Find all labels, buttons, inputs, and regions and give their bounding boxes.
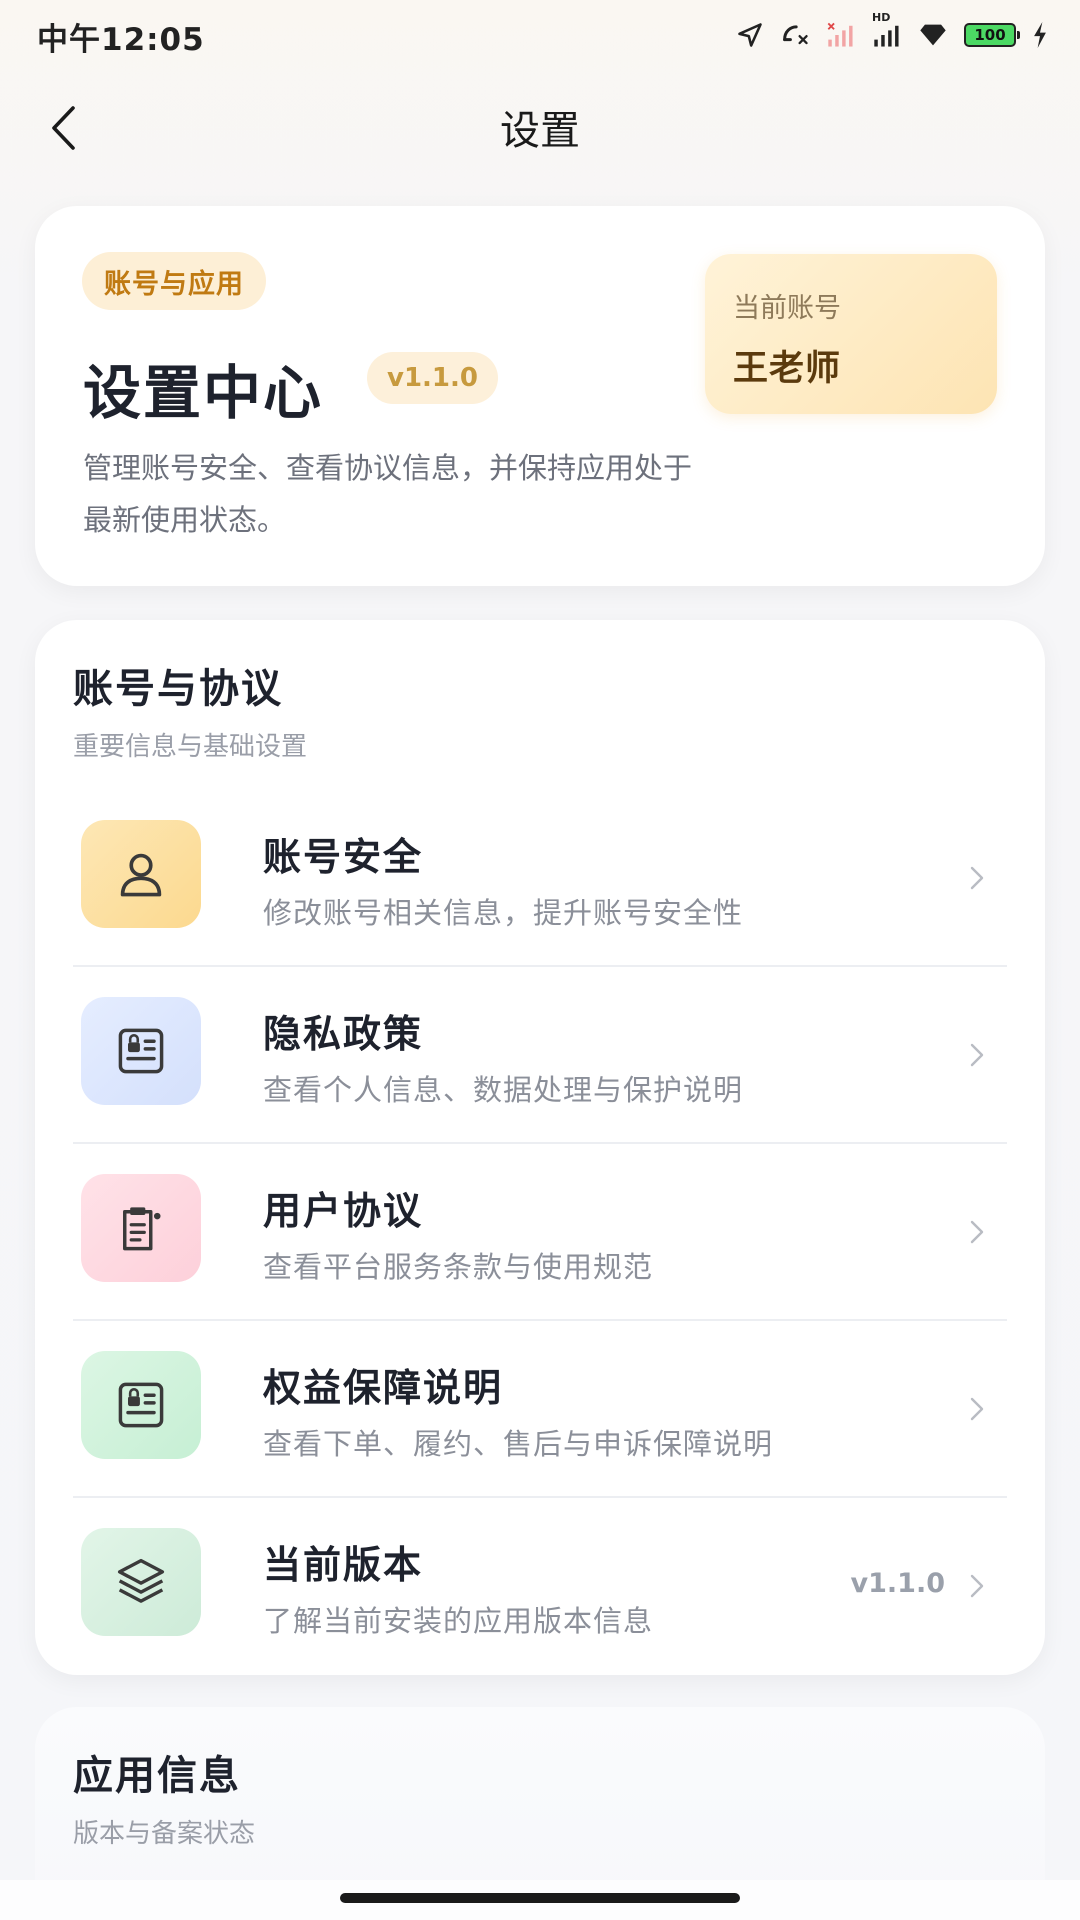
menu-item-account-security[interactable]: 账号安全 修改账号相关信息，提升账号安全性 — [73, 790, 1007, 967]
account-label: 当前账号 — [733, 293, 841, 324]
menu-item-rights-protection[interactable]: 权益保障说明 查看下单、履约、售后与申诉保障说明 — [73, 1321, 1007, 1498]
account-section: 账号与协议 重要信息与基础设置 账号安全 修改账号相关信息，提升账号安全性 隐私… — [35, 620, 1045, 1675]
account-name: 王老师 — [733, 349, 842, 389]
hero-description: 管理账号安全、查看协议信息，并保持应用处于最新使用状态。 — [83, 451, 693, 537]
signal-off-icon — [827, 22, 853, 47]
section-title: 账号与协议 — [73, 666, 283, 712]
id-card-icon — [81, 1351, 201, 1459]
section-subtitle: 版本与备案状态 — [73, 1819, 256, 1849]
layers-icon — [81, 1528, 201, 1636]
chevron-right-icon — [963, 1216, 991, 1248]
version-value: v1.1.0 — [850, 1568, 945, 1599]
document-icon — [81, 1174, 201, 1282]
chevron-right-icon — [963, 1039, 991, 1071]
status-time: 中午12:05 — [37, 22, 205, 58]
menu-item-title: 权益保障说明 — [263, 1366, 504, 1410]
menu-item-title: 当前版本 — [263, 1543, 424, 1587]
menu-item-desc: 查看个人信息、数据处理与保护说明 — [263, 1073, 744, 1107]
settings-list: 账号安全 修改账号相关信息，提升账号安全性 隐私政策 查看个人信息、数据处理与保… — [73, 790, 1007, 1675]
home-indicator[interactable] — [340, 1893, 740, 1903]
chevron-right-icon — [963, 1393, 991, 1425]
chevron-right-icon — [963, 862, 991, 894]
page-title: 设置 — [500, 108, 580, 154]
status-bar: 中午12:05 HD 100 — [0, 0, 1080, 70]
menu-item-title: 账号安全 — [263, 835, 424, 879]
menu-item-current-version[interactable]: 当前版本 了解当前安装的应用版本信息 v1.1.0 — [73, 1498, 1007, 1675]
chevron-right-icon — [963, 1570, 991, 1602]
current-account-card: 当前账号 王老师 — [705, 254, 997, 414]
hero-chip: 账号与应用 — [82, 252, 266, 310]
network-label: HD — [872, 11, 891, 24]
menu-item-desc: 查看平台服务条款与使用规范 — [263, 1250, 654, 1284]
menu-item-title: 用户协议 — [263, 1189, 424, 1233]
menu-item-privacy-policy[interactable]: 隐私政策 查看个人信息、数据处理与保护说明 — [73, 967, 1007, 1144]
battery-icon: 100 — [964, 23, 1020, 47]
menu-item-desc: 了解当前安装的应用版本信息 — [263, 1604, 654, 1638]
menu-item-desc: 查看下单、履约、售后与申诉保障说明 — [263, 1427, 774, 1461]
battery-level: 100 — [974, 25, 1006, 44]
call-missed-icon — [783, 25, 808, 45]
id-card-icon — [81, 997, 201, 1105]
nav-bar: 设置 — [0, 80, 1080, 170]
hero-card: 账号与应用 设置中心 v1.1.0 管理账号安全、查看协议信息，并保持应用处于最… — [35, 206, 1045, 586]
hero-title: 设置中心 — [83, 359, 324, 427]
charging-icon — [1034, 22, 1046, 48]
section-subtitle: 重要信息与基础设置 — [73, 732, 308, 762]
version-badge: v1.1.0 — [367, 352, 498, 404]
menu-item-title: 隐私政策 — [263, 1012, 424, 1056]
status-icons: HD 100 — [736, 11, 1048, 52]
section-title: 应用信息 — [73, 1753, 241, 1799]
user-icon — [81, 820, 201, 928]
location-icon — [738, 23, 762, 47]
wifi-icon — [920, 24, 946, 46]
menu-item-user-agreement[interactable]: 用户协议 查看平台服务条款与使用规范 — [73, 1144, 1007, 1321]
signal-hd-icon: HD — [872, 11, 902, 49]
menu-item-desc: 修改账号相关信息，提升账号安全性 — [263, 896, 744, 930]
